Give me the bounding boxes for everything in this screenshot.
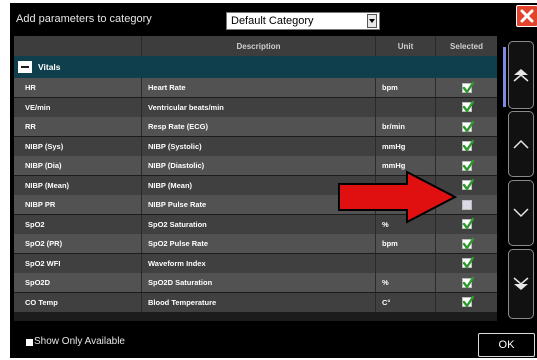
selected-checkbox[interactable] [461,139,474,152]
param-name: SpO2 [25,219,45,229]
checkmark-icon [462,217,474,230]
scrollbar [507,41,535,319]
show-only-available-checkbox[interactable] [26,339,33,346]
param-unit: br/min [375,117,435,136]
header-unit: Unit [375,36,435,56]
scroll-down-button[interactable] [508,180,534,246]
selected-checkbox[interactable] [461,159,474,171]
scroll-thumb[interactable] [503,47,506,107]
param-description: Resp Rate (ECG) [141,117,375,136]
param-description: Blood Temperature [141,292,375,312]
selected-checkbox[interactable] [461,120,474,132]
param-name: NIBP (Mean) [25,180,70,190]
param-unit: C° [375,292,435,312]
selected-checkbox[interactable] [461,81,474,93]
checkmark-icon [462,139,474,152]
param-name: SpO2 (PR) [25,239,63,248]
selected-checkbox[interactable] [461,100,474,113]
header-name [14,36,141,56]
param-description: NIBP (Systolic) [141,136,375,156]
param-description: SpO2 Pulse Rate [141,234,375,253]
param-name: SpO2 WFI [25,258,61,268]
table-header: Description Unit Selected [14,36,497,56]
checkmark-icon [462,295,474,308]
checkmark-icon [462,276,474,288]
selected-cell [435,234,497,253]
checkmark-icon [462,159,474,171]
selected-checkbox[interactable] [461,276,474,288]
selected-cell [435,292,497,312]
group-label: Vitals [38,62,61,72]
checkmark-icon [462,100,474,113]
selected-cell [435,78,497,97]
category-select[interactable]: Default Category [226,12,380,30]
table-row[interactable]: SpO2 WFI Waveform Index [14,253,497,273]
collapse-minus-icon[interactable] [18,61,32,73]
param-description: Ventricular beats/min [141,97,375,117]
param-unit [375,253,435,273]
param-name: NIBP (Dia) [25,161,62,170]
selected-cell [435,253,497,273]
table-row[interactable]: CO Temp Blood Temperature C° [14,292,497,312]
selected-checkbox[interactable] [461,256,474,269]
checkmark-icon [462,81,474,93]
close-button[interactable] [516,5,537,27]
param-name: RR [25,122,36,131]
param-unit [375,97,435,117]
scroll-to-bottom-button[interactable] [508,249,534,319]
table-row[interactable]: SpO2D SpO2D Saturation% [14,273,497,292]
table-row[interactable]: SpO2 (PR) SpO2 Pulse Rate bpm [14,234,497,253]
dialog-title: Add parameters to category [16,13,152,25]
dropdown-arrow-icon[interactable] [367,14,377,28]
param-name: NIBP (Sys) [25,141,64,151]
table-row[interactable]: NIBP (Sys) NIBP (Systolic) mmHg [14,136,497,156]
header-description: Description [141,36,375,56]
param-name: SpO2D [25,278,51,287]
double-chevron-down-icon [513,277,529,290]
scroll-up-button[interactable] [508,111,534,177]
group-row-vitals[interactable]: Vitals [14,56,497,78]
checkmark-icon [462,178,474,191]
param-description: SpO2D Saturation [141,273,375,292]
selected-checkbox[interactable] [461,199,472,210]
selected-cell [435,97,497,117]
checkmark-icon [462,237,474,249]
table-row[interactable]: VE/min Ventricular beats/min [14,97,497,117]
checkmark-icon [462,120,474,132]
param-description: Heart Rate [141,78,375,97]
selected-checkbox[interactable] [461,217,474,230]
table-row[interactable]: HR Heart Rate bpm [14,78,497,97]
param-description: Waveform Index [141,253,375,273]
double-chevron-up-icon [513,69,529,82]
chevron-down-icon [513,208,529,218]
param-name: HR [25,83,36,92]
param-unit: % [375,273,435,292]
scroll-to-top-button[interactable] [508,41,534,109]
param-unit: bpm [375,78,435,97]
selected-cell [435,117,497,136]
selected-cell [435,136,497,156]
selected-cell [435,273,497,292]
annotation-arrow [338,170,458,224]
checkmark-icon [462,256,474,269]
param-unit: mmHg [375,136,435,156]
selected-checkbox[interactable] [461,295,474,308]
chevron-up-icon [513,139,529,149]
param-unit: bpm [375,234,435,253]
param-name: CO Temp [25,297,58,307]
ok-button[interactable]: OK [478,333,535,357]
selected-checkbox[interactable] [461,237,474,249]
param-name: VE/min [25,102,51,112]
header-selected: Selected [435,36,497,56]
table-row[interactable]: RR Resp Rate (ECG) br/min [14,117,497,136]
selected-checkbox[interactable] [461,178,474,191]
show-only-available-label: Show Only Available [34,336,125,347]
close-icon [520,9,534,23]
category-select-value: Default Category [231,15,314,27]
param-name: NIBP PR [25,200,56,209]
